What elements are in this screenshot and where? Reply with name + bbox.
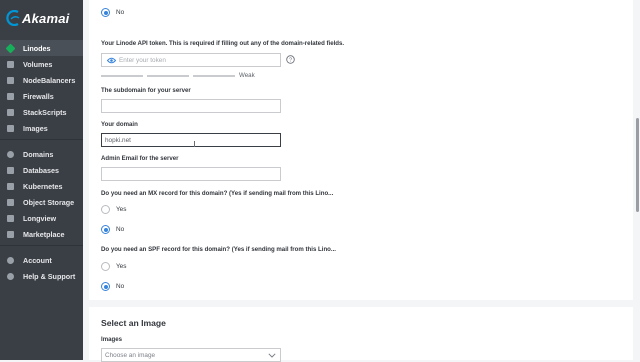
- strength-label: Weak: [239, 72, 255, 79]
- sidebar-item-label: NodeBalancers: [23, 75, 76, 85]
- token-input[interactable]: Enter your token: [101, 53, 281, 67]
- sidebar-divider: [0, 245, 83, 246]
- strength-bar-2: [147, 75, 189, 77]
- sidebar-item-label: Firewalls: [23, 91, 54, 101]
- help-icon: [7, 272, 14, 280]
- linode-icon: [5, 43, 16, 53]
- akamai-logo[interactable]: Akamai: [6, 6, 69, 30]
- spf-radio-no[interactable]: [101, 282, 110, 291]
- help-tooltip-icon[interactable]: ?: [286, 55, 295, 64]
- brand-name: Akamai: [22, 10, 70, 26]
- subdomain-input[interactable]: [101, 99, 281, 113]
- email-label: Admin Email for the server: [101, 155, 179, 162]
- eye-icon[interactable]: [107, 57, 116, 64]
- sidebar-item-longview[interactable]: Longview: [0, 210, 83, 226]
- spf-radio-no-label: No: [116, 283, 125, 290]
- chevron-down-icon: [268, 353, 276, 358]
- database-icon: [7, 166, 14, 174]
- top-radio-no-label: No: [116, 9, 125, 16]
- sidebar-item-label: Linodes: [23, 43, 51, 53]
- mouse-cursor: [194, 141, 195, 147]
- sidebar-item-label: Longview: [23, 213, 57, 223]
- sidebar-item-volumes[interactable]: Volumes: [0, 56, 83, 72]
- svg-text:?: ?: [289, 58, 292, 64]
- sidebar-item-domains[interactable]: Domains: [0, 146, 83, 162]
- account-icon: [7, 256, 14, 264]
- longview-icon: [7, 214, 14, 222]
- token-label: Your Linode API token. This is required …: [101, 40, 345, 47]
- sidebar-item-object-storage[interactable]: Object Storage: [0, 194, 83, 210]
- mx-radio-yes-label: Yes: [116, 206, 127, 213]
- mx-radio-no-label: No: [116, 226, 125, 233]
- scrollbar-thumb[interactable]: [636, 118, 639, 212]
- image-select-placeholder: Choose an image: [105, 352, 156, 359]
- sidebar: Akamai Linodes Volumes NodeBalancers Fir…: [0, 0, 83, 360]
- images-label: Images: [101, 336, 123, 343]
- email-input[interactable]: [101, 167, 281, 181]
- sidebar-item-help-support[interactable]: Help & Support: [0, 268, 83, 284]
- sidebar-item-nodebalancers[interactable]: NodeBalancers: [0, 72, 83, 88]
- domain-value: hopki.net: [105, 137, 131, 144]
- subdomain-label: The subdomain for your server: [101, 87, 191, 94]
- object-storage-icon: [7, 198, 14, 206]
- sidebar-item-label: Databases: [23, 165, 59, 175]
- sidebar-item-label: Domains: [23, 149, 54, 159]
- spf-label: Do you need an SPF record for this domai…: [101, 246, 336, 253]
- sidebar-divider: [0, 139, 83, 140]
- sidebar-item-label: StackScripts: [23, 107, 67, 117]
- domain-label: Your domain: [101, 121, 138, 128]
- strength-bar-1: [101, 75, 143, 77]
- mx-radio-yes[interactable]: [101, 205, 110, 214]
- sidebar-item-label: Images: [23, 123, 48, 133]
- sidebar-item-label: Kubernetes: [23, 181, 63, 191]
- volume-icon: [7, 60, 14, 68]
- mx-label: Do you need an MX record for this domain…: [101, 190, 334, 197]
- sidebar-item-label: Account: [23, 255, 52, 265]
- sidebar-item-label: Object Storage: [23, 197, 75, 207]
- token-placeholder: Enter your token: [119, 57, 166, 64]
- sidebar-item-linodes[interactable]: Linodes: [0, 40, 83, 56]
- sidebar-item-account[interactable]: Account: [0, 252, 83, 268]
- spf-radio-yes[interactable]: [101, 262, 110, 271]
- sidebar-item-stackscripts[interactable]: StackScripts: [0, 104, 83, 120]
- sidebar-item-images[interactable]: Images: [0, 120, 83, 136]
- sidebar-item-label: Help & Support: [23, 271, 76, 281]
- akamai-wave-icon: [6, 10, 20, 26]
- select-image-title: Select an Image: [101, 318, 166, 328]
- kubernetes-icon: [7, 182, 14, 190]
- domain-icon: [7, 150, 14, 158]
- sidebar-item-label: Marketplace: [23, 229, 65, 239]
- strength-bar-3: [193, 75, 235, 77]
- spf-radio-yes-label: Yes: [116, 263, 127, 270]
- top-radio-no[interactable]: [101, 8, 110, 17]
- stackscript-icon: [7, 108, 14, 116]
- mx-radio-no[interactable]: [101, 225, 110, 234]
- sidebar-item-marketplace[interactable]: Marketplace: [0, 226, 83, 242]
- firewall-icon: [7, 92, 14, 100]
- nodebalancer-icon: [7, 76, 14, 84]
- marketplace-icon: [7, 230, 14, 238]
- sidebar-item-databases[interactable]: Databases: [0, 162, 83, 178]
- domain-input[interactable]: hopki.net: [101, 133, 281, 147]
- sidebar-item-label: Volumes: [23, 59, 53, 69]
- sidebar-item-firewalls[interactable]: Firewalls: [0, 88, 83, 104]
- image-icon: [7, 124, 14, 132]
- sidebar-item-kubernetes[interactable]: Kubernetes: [0, 178, 83, 194]
